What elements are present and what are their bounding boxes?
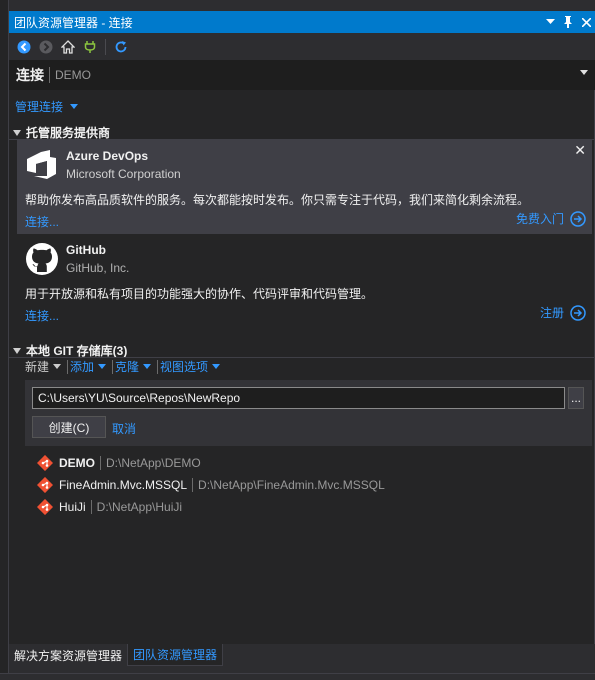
repo-path: D:\NetApp\DEMO: [106, 456, 201, 470]
provider-description: 帮助你发布高品质软件的服务。每次都能按时发布。你只需专注于代码，我们来简化剩余流…: [25, 193, 530, 207]
chevron-down-icon: [143, 364, 152, 369]
tab-team-explorer[interactable]: 团队资源管理器: [127, 644, 224, 666]
collapse-arrow-icon[interactable]: [13, 129, 21, 136]
repo-name: HuiJi: [59, 500, 86, 514]
repo-path: D:\NetApp\FineAdmin.Mvc.MSSQL: [198, 478, 385, 492]
provider-org: GitHub, Inc.: [66, 261, 130, 275]
repo-divider: [100, 456, 101, 470]
window-menu-dropdown-icon[interactable]: [541, 13, 559, 31]
toolbar-separator: [105, 39, 106, 55]
page-context: DEMO: [55, 68, 91, 82]
clone-repo-menu[interactable]: 克隆: [115, 358, 155, 375]
team-explorer-content: 连接 DEMO 管理连接 托管服务提供商 Azure DevOps Micros…: [9, 60, 595, 644]
pin-icon[interactable]: [559, 13, 577, 31]
azure-get-started-link[interactable]: 免费入门: [516, 210, 586, 227]
page-dropdown-icon[interactable]: [580, 70, 588, 75]
git-repo-icon: [37, 477, 53, 493]
forward-icon[interactable]: [37, 38, 55, 56]
toolbar-divider: [67, 359, 69, 374]
new-repo-menu[interactable]: 新建: [25, 358, 65, 375]
git-repo-icon: [37, 455, 53, 471]
plug-icon[interactable]: [81, 38, 99, 56]
header-divider: [49, 67, 50, 83]
connect-page-header: 连接 DEMO: [9, 60, 595, 90]
new-label: 新建: [25, 360, 50, 374]
chevron-down-icon: [98, 364, 107, 369]
refresh-icon[interactable]: [112, 38, 130, 56]
azure-devops-logo-icon: [27, 150, 56, 179]
home-icon[interactable]: [59, 38, 77, 56]
repo-divider: [192, 478, 194, 492]
cancel-link[interactable]: 取消: [112, 420, 136, 437]
repo-divider: [90, 500, 92, 514]
repo-path-input[interactable]: C:\Users\YU\Source\Repos\NewRepo: [32, 387, 565, 409]
manage-connections-label: 管理连接: [15, 100, 64, 114]
azure-connect-link[interactable]: 连接...: [25, 213, 59, 230]
repo-name: DEMO: [59, 456, 95, 470]
provider-org: Microsoft Corporation: [66, 167, 181, 181]
github-card: GitHub GitHub, Inc. 用于开放源和私有项目的功能强大的协作、代…: [17, 234, 592, 328]
tab-solution-explorer[interactable]: 解决方案资源管理器: [9, 644, 127, 666]
chevron-down-icon: [212, 364, 221, 369]
view-options-menu[interactable]: 视图选项: [160, 358, 224, 375]
new-repo-panel: C:\Users\YU\Source\Repos\NewRepo ... 创建(…: [25, 380, 592, 446]
add-repo-menu[interactable]: 添加: [70, 358, 110, 375]
add-label: 添加: [70, 360, 95, 374]
signup-label: 注册: [539, 306, 564, 320]
local-repo-list: DEMO D:\NetApp\DEMO FineAdmin.Mvc.MSSQL …: [37, 452, 385, 518]
back-icon[interactable]: [15, 38, 33, 56]
circle-arrow-right-icon: [570, 210, 586, 227]
close-icon[interactable]: [577, 13, 595, 31]
repo-item-huiji[interactable]: HuiJi D:\NetApp\HuiJi: [37, 496, 385, 518]
toolbar-divider: [157, 359, 159, 374]
browse-button[interactable]: ...: [568, 387, 584, 409]
github-signup-link[interactable]: 注册: [540, 304, 586, 321]
azure-devops-card: Azure DevOps Microsoft Corporation ✕ 帮助你…: [17, 140, 592, 234]
window-titlebar[interactable]: 团队资源管理器 - 连接: [9, 11, 595, 33]
manage-connections-link[interactable]: 管理连接: [15, 98, 79, 115]
team-explorer-toolbar: [9, 35, 595, 59]
page-title: 连接: [16, 67, 44, 83]
repo-item-demo[interactable]: DEMO D:\NetApp\DEMO: [37, 452, 385, 474]
dismiss-close-icon[interactable]: ✕: [574, 143, 586, 157]
clone-label: 克隆: [115, 360, 140, 374]
tool-window-tabs: 解决方案资源管理器 团队资源管理器: [9, 644, 595, 666]
git-repo-icon: [37, 499, 53, 515]
repo-name: FineAdmin.Mvc.MSSQL: [59, 478, 188, 492]
git-repos-toolbar: 新建 添加 克隆 视图选项: [25, 358, 224, 375]
view-options-label: 视图选项: [160, 360, 209, 374]
window-title: 团队资源管理器 - 连接: [14, 15, 133, 30]
repo-item-fineadmin[interactable]: FineAdmin.Mvc.MSSQL D:\NetApp\FineAdmin.…: [37, 474, 385, 496]
toolbar-divider: [112, 359, 114, 374]
left-edge-strip: [0, 0, 9, 680]
provider-description: 用于开放源和私有项目的功能强大的协作、代码评审和代码管理。: [25, 287, 374, 301]
team-explorer-window: 团队资源管理器 - 连接 连接 DEMO 管理连接 托管服务提供商 Azure …: [0, 0, 595, 680]
github-connect-link[interactable]: 连接...: [25, 307, 59, 324]
circle-arrow-right-icon: [570, 304, 586, 321]
chevron-down-icon: [53, 364, 62, 369]
github-logo-icon: [26, 243, 58, 275]
create-button[interactable]: 创建(C): [32, 416, 106, 438]
get-started-label: 免费入门: [515, 212, 564, 226]
chevron-down-icon: [70, 104, 79, 109]
bottom-status-strip: [0, 673, 595, 680]
collapse-arrow-icon[interactable]: [13, 347, 21, 354]
provider-name: Azure DevOps: [66, 149, 149, 163]
provider-name: GitHub: [66, 243, 106, 257]
repo-path: D:\NetApp\HuiJi: [96, 500, 183, 514]
